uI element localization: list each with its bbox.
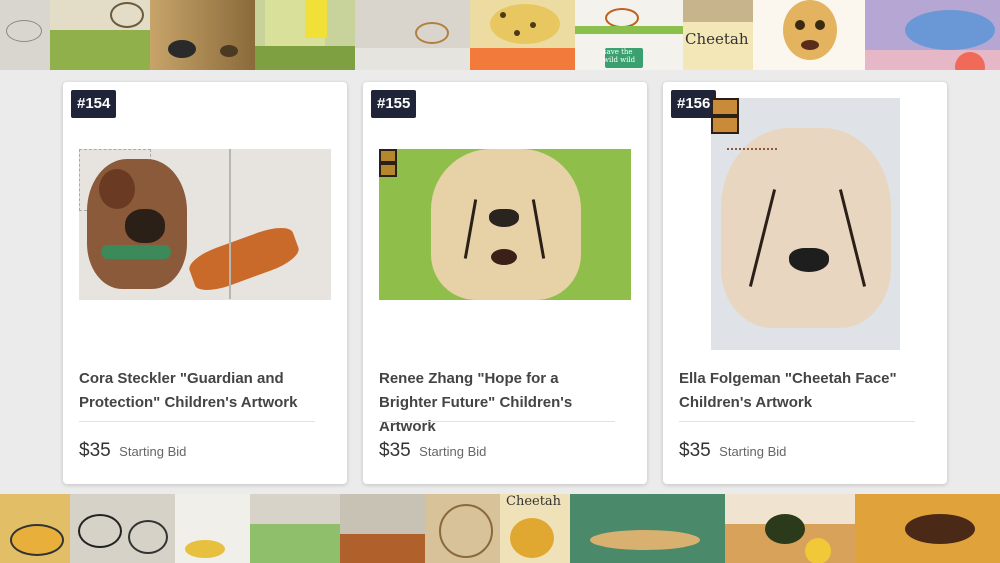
collage-banner-bottom: Cheetah bbox=[0, 494, 1000, 563]
collage-tile bbox=[150, 0, 255, 70]
lot-card[interactable]: #155 Renee Zhang "Hope for a Brighter Fu… bbox=[363, 82, 647, 484]
price-row: $35 Starting Bid bbox=[379, 440, 486, 462]
collage-tile: save the wild wild bbox=[575, 0, 683, 70]
collage-tile bbox=[725, 494, 855, 563]
collage-tile bbox=[865, 0, 1000, 70]
collage-tile bbox=[425, 494, 500, 563]
artwork-image[interactable] bbox=[79, 149, 331, 300]
collage-save-text: save the wild wild bbox=[603, 48, 636, 64]
collage-tile bbox=[340, 494, 425, 563]
collage-tile bbox=[855, 494, 1000, 563]
lot-title[interactable]: Ella Folgeman "Cheetah Face" Children's … bbox=[679, 367, 915, 415]
lot-card[interactable]: #154 Cora Steckler "Guardian and Protect… bbox=[63, 82, 347, 484]
lot-title[interactable]: Cora Steckler "Guardian and Protection" … bbox=[79, 367, 315, 415]
lot-card[interactable]: #156 Ella Folgeman "Cheetah Face" Childr… bbox=[663, 82, 947, 484]
starting-bid-label: Starting Bid bbox=[719, 444, 787, 459]
divider bbox=[379, 421, 615, 422]
collage-tile bbox=[0, 494, 70, 563]
collage-tile bbox=[70, 494, 175, 563]
starting-bid-price: $35 bbox=[79, 440, 111, 461]
collage-tile bbox=[255, 0, 355, 70]
lot-number-badge: #154 bbox=[71, 90, 117, 118]
artwork-image[interactable] bbox=[379, 149, 631, 300]
collage-tile: Cheetah bbox=[683, 0, 753, 70]
collage-tile bbox=[250, 494, 340, 563]
lot-title[interactable]: Renee Zhang "Hope for a Brighter Future"… bbox=[379, 367, 615, 439]
collage-tile bbox=[0, 0, 50, 70]
collage-tile bbox=[175, 494, 250, 563]
collage-tile bbox=[50, 0, 150, 70]
starting-bid-price: $35 bbox=[379, 440, 411, 461]
price-row: $35 Starting Bid bbox=[679, 440, 786, 462]
collage-tile bbox=[753, 0, 865, 70]
collage-tile bbox=[355, 0, 470, 70]
collage-banner-top: save the wild wild Cheetah bbox=[0, 0, 1000, 70]
lot-number-badge: #155 bbox=[371, 90, 417, 118]
starting-bid-label: Starting Bid bbox=[419, 444, 487, 459]
starting-bid-price: $35 bbox=[679, 440, 711, 461]
starting-bid-label: Starting Bid bbox=[119, 444, 187, 459]
divider bbox=[79, 421, 315, 422]
artwork-image[interactable] bbox=[711, 98, 900, 350]
collage-cheetah-text: Cheetah bbox=[685, 30, 749, 48]
price-row: $35 Starting Bid bbox=[79, 440, 186, 462]
collage-tile: Cheetah bbox=[500, 494, 570, 563]
lot-number-badge: #156 bbox=[671, 90, 717, 118]
divider bbox=[679, 421, 915, 422]
collage-tile bbox=[570, 494, 725, 563]
collage-cheetah-text: Cheetah bbox=[506, 494, 562, 509]
collage-tile bbox=[470, 0, 575, 70]
